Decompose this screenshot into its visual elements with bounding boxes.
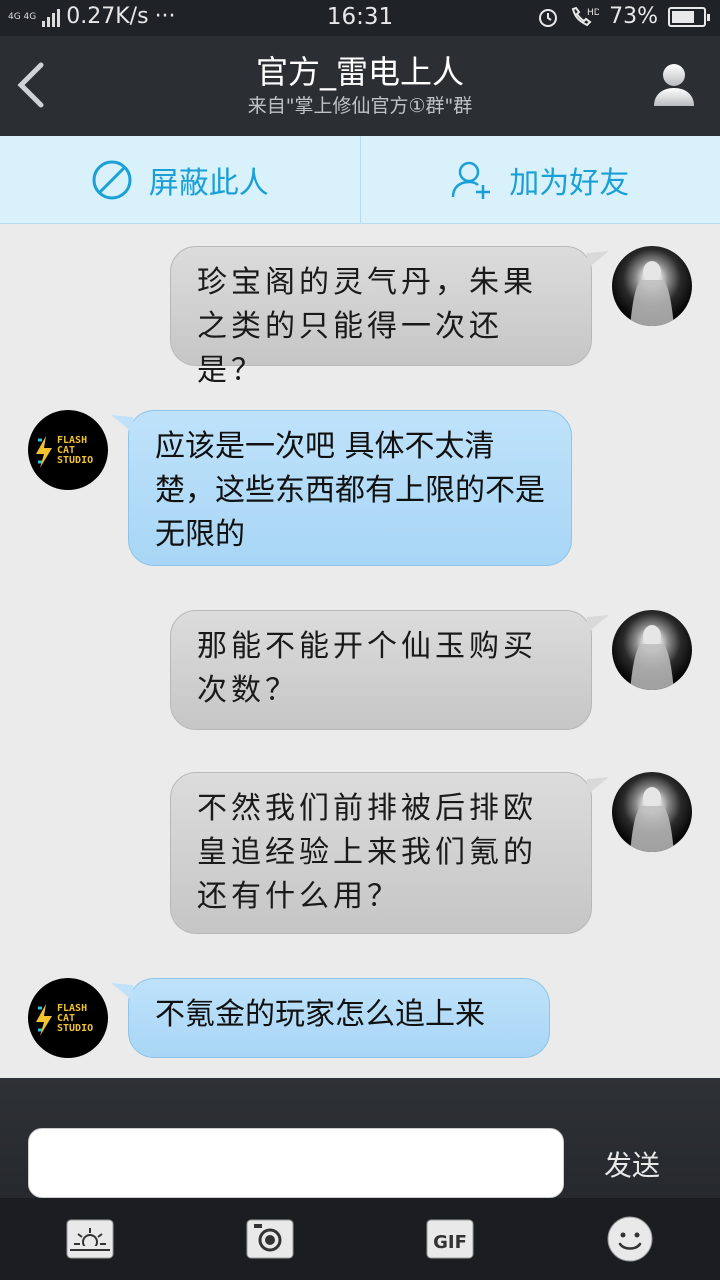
bubble-tail — [587, 251, 609, 269]
action-bar: 屏蔽此人 加为好友 — [0, 136, 720, 224]
send-button[interactable]: 发送 — [592, 1144, 672, 1184]
message-bubble[interactable]: 珍宝阁的灵气丹，朱果之类的只能得一次还是？ — [170, 246, 609, 388]
add-friend-icon — [452, 161, 491, 199]
bubble-tail — [111, 415, 133, 433]
message-text: 不然我们前排被后排欧皇追经验上来我们氪的还有什么用？ — [197, 791, 537, 914]
add-friend-button[interactable]: 加为好友 — [359, 136, 720, 223]
status-bar: 4G 4G 0.27K/s ··· 16:31 HD 73% — [0, 0, 720, 36]
chevron-left-icon — [17, 62, 44, 108]
ghost-figure-icon — [630, 787, 674, 852]
flash-cat-logo-icon: FLASH CAT STUDIO — [36, 435, 93, 468]
bottom-toolbar: GIF — [0, 1198, 720, 1280]
avatar[interactable]: FLASH CAT STUDIO — [28, 978, 108, 1058]
back-button[interactable] — [8, 60, 52, 110]
message-text: 珍宝阁的灵气丹，朱果之类的只能得一次还是？ — [197, 265, 537, 388]
smiley-icon — [607, 1216, 653, 1262]
battery-icon — [668, 6, 710, 27]
avatar[interactable] — [612, 610, 692, 690]
ghost-figure-icon — [630, 261, 674, 326]
svg-text:GIF: GIF — [433, 1232, 467, 1253]
block-icon — [92, 160, 132, 199]
status-right: HD 73% — [537, 4, 710, 29]
svg-text:STUDIO: STUDIO — [57, 1023, 93, 1034]
message-text: 应该是一次吧 具体不太清楚，这些东西都有上限的不是无限的 — [155, 429, 545, 552]
title-block: 官方_雷电上人 来自"掌上修仙官方①群"群 — [120, 52, 600, 120]
svg-text:STUDIO: STUDIO — [57, 455, 93, 466]
block-user-label: 屏蔽此人 — [148, 165, 269, 201]
message-text: 不氪金的玩家怎么追上来 — [155, 997, 485, 1032]
call-hd-icon: HD — [571, 6, 599, 26]
message-text: 那能不能开个仙玉购买次数？ — [197, 629, 537, 708]
avatar[interactable]: FLASH CAT STUDIO — [28, 410, 108, 490]
camera-button[interactable] — [246, 1216, 294, 1262]
message-bubble[interactable]: 应该是一次吧 具体不太清楚，这些东西都有上限的不是无限的 — [111, 410, 572, 566]
alarm-icon — [539, 8, 558, 27]
flash-cat-logo-icon: FLASH CAT STUDIO — [36, 1003, 93, 1036]
emoji-button[interactable] — [606, 1216, 654, 1262]
svg-text:HD: HD — [587, 8, 599, 18]
camera-icon — [246, 1219, 294, 1259]
bubble-tail — [587, 615, 609, 633]
profile-button[interactable] — [652, 62, 696, 108]
add-friend-label: 加为好友 — [509, 165, 630, 201]
person-icon — [654, 64, 694, 106]
page-subtitle: 来自"掌上修仙官方①群"群 — [247, 95, 473, 117]
ghost-figure-icon — [630, 625, 674, 690]
chat-area[interactable]: 珍宝阁的灵气丹，朱果之类的只能得一次还是？ FLASH CAT STUDIO 应… — [0, 224, 720, 1078]
message-bubble[interactable]: 不然我们前排被后排欧皇追经验上来我们氪的还有什么用？ — [170, 772, 609, 934]
image-sun-icon — [66, 1219, 114, 1259]
bubble-tail — [587, 777, 609, 795]
chat-header: 官方_雷电上人 来自"掌上修仙官方①群"群 — [0, 36, 720, 136]
gif-icon: GIF — [426, 1219, 474, 1259]
bubble-tail — [111, 983, 133, 1001]
input-bar: 发送 — [0, 1078, 720, 1198]
message-input[interactable] — [28, 1128, 564, 1198]
message-bubble[interactable]: 那能不能开个仙玉购买次数？ — [170, 610, 609, 730]
battery-percent: 73% — [609, 4, 658, 29]
avatar[interactable] — [612, 246, 692, 326]
page-title: 官方_雷电上人 — [255, 53, 464, 91]
image-button[interactable] — [66, 1216, 114, 1262]
gif-button[interactable]: GIF — [426, 1216, 474, 1262]
message-bubble[interactable]: 不氪金的玩家怎么追上来 — [111, 978, 550, 1058]
block-user-button[interactable]: 屏蔽此人 — [0, 136, 360, 223]
avatar[interactable] — [612, 772, 692, 852]
